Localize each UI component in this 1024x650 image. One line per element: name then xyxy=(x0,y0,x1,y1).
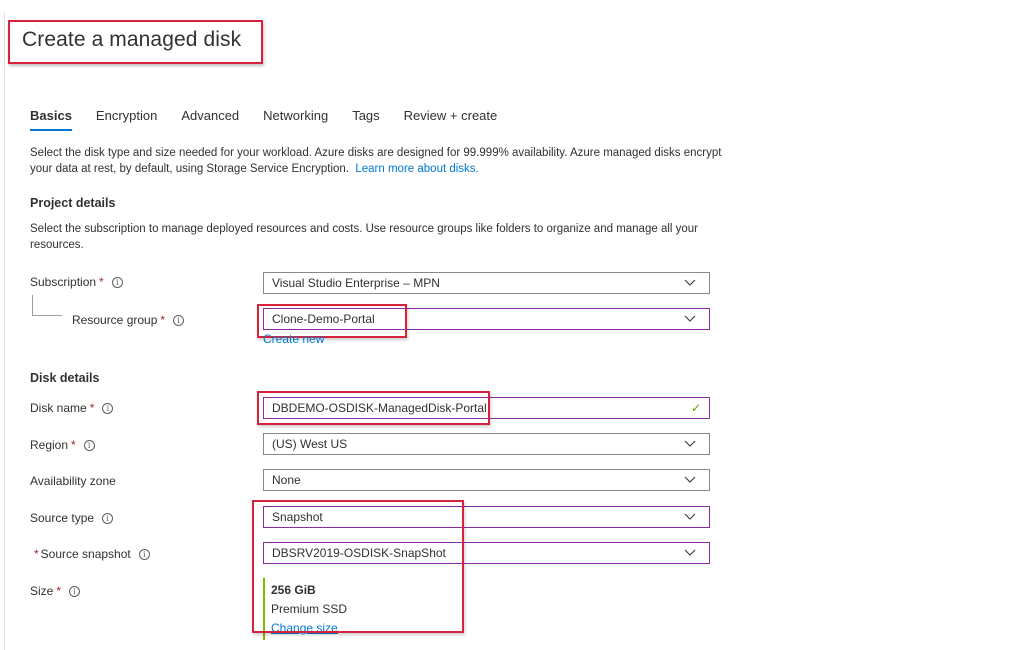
chevron-down-icon xyxy=(679,473,701,487)
left-divider xyxy=(4,12,5,650)
info-icon[interactable]: i xyxy=(69,585,81,597)
required-marker: * xyxy=(56,584,62,598)
info-icon[interactable]: i xyxy=(173,314,185,326)
tab-basics[interactable]: Basics xyxy=(30,108,72,131)
source-snapshot-label-text: Source snapshot xyxy=(40,547,131,561)
project-details-description: Select the subscription to manage deploy… xyxy=(30,223,699,251)
subscription-label: Subscription * i xyxy=(30,275,123,289)
region-label-text: Region xyxy=(30,438,69,452)
disk-details-heading: Disk details xyxy=(30,371,100,385)
tab-tags[interactable]: Tags xyxy=(352,108,379,131)
tree-connector-vertical xyxy=(32,295,33,315)
resource-group-label: Resource group * i xyxy=(72,313,185,327)
tab-advanced[interactable]: Advanced xyxy=(181,108,239,131)
create-managed-disk-page: Create a managed disk Basics Encryption … xyxy=(0,0,1024,650)
source-snapshot-label: * Source snapshot i xyxy=(34,547,150,561)
tab-encryption[interactable]: Encryption xyxy=(96,108,157,131)
resource-group-label-text: Resource group xyxy=(72,313,158,327)
page-title: Create a managed disk xyxy=(22,28,242,51)
intro-text: Select the disk type and size needed for… xyxy=(30,146,730,177)
subscription-label-text: Subscription xyxy=(30,275,97,289)
chevron-down-icon xyxy=(679,437,701,451)
size-label: Size * i xyxy=(30,584,81,598)
availability-zone-label-text: Availability zone xyxy=(30,474,116,488)
required-marker: * xyxy=(71,438,76,452)
info-icon[interactable]: i xyxy=(111,276,123,288)
info-icon[interactable]: i xyxy=(138,548,150,560)
availability-zone-dropdown[interactable]: None xyxy=(263,469,710,491)
region-value: (US) West US xyxy=(272,437,348,451)
tree-connector-horizontal xyxy=(32,315,62,316)
subscription-dropdown[interactable]: Visual Studio Enterprise – MPN xyxy=(263,272,710,294)
disk-name-label: Disk name * i xyxy=(30,401,114,415)
disk-name-label-text: Disk name xyxy=(30,401,87,415)
info-icon[interactable]: i xyxy=(102,402,114,414)
chevron-down-icon xyxy=(679,510,701,524)
availability-zone-label: Availability zone xyxy=(30,474,116,488)
source-type-label-text: Source type xyxy=(30,511,95,525)
size-label-text: Size xyxy=(30,584,54,598)
info-icon[interactable]: i xyxy=(83,439,95,451)
region-label: Region * i xyxy=(30,438,95,452)
availability-zone-value: None xyxy=(272,473,301,487)
required-marker: * xyxy=(99,275,104,289)
learn-more-link[interactable]: Learn more about disks. xyxy=(355,163,478,175)
info-icon[interactable]: i xyxy=(102,512,114,524)
checkmark-icon: ✓ xyxy=(690,401,701,415)
chevron-down-icon xyxy=(679,276,701,290)
tab-review-create[interactable]: Review + create xyxy=(404,108,498,131)
tab-networking[interactable]: Networking xyxy=(263,108,328,131)
required-marker: * xyxy=(34,547,39,561)
disk-name-highlight-box xyxy=(257,391,490,425)
chevron-down-icon xyxy=(679,546,701,560)
region-dropdown[interactable]: (US) West US xyxy=(263,433,710,455)
required-marker: * xyxy=(89,401,95,415)
tab-bar: Basics Encryption Advanced Networking Ta… xyxy=(30,108,521,131)
source-type-label: Source type i xyxy=(30,511,114,525)
subscription-value: Visual Studio Enterprise – MPN xyxy=(272,276,440,290)
chevron-down-icon xyxy=(679,312,701,326)
source-size-highlight-box xyxy=(252,500,464,633)
create-new-link[interactable]: Create new xyxy=(263,332,324,346)
required-marker: * xyxy=(160,313,166,327)
project-details-heading: Project details xyxy=(30,196,116,210)
